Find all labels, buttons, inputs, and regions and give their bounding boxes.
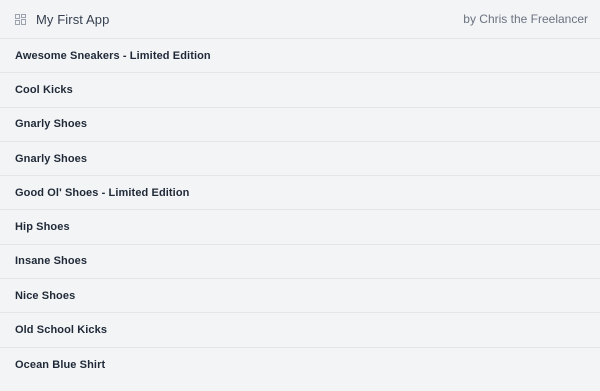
grid-layout-icon	[15, 13, 26, 25]
product-list: Awesome Sneakers - Limited Edition Cool …	[0, 39, 600, 382]
list-item[interactable]: Cool Kicks	[0, 73, 600, 108]
product-name: Ocean Blue Shirt	[15, 358, 106, 371]
list-item[interactable]: Hip Shoes	[0, 210, 600, 245]
list-item[interactable]: Gnarly Shoes	[0, 108, 600, 142]
product-name: Cool Kicks	[15, 83, 73, 96]
product-name: Nice Shoes	[15, 289, 76, 302]
product-name: Awesome Sneakers - Limited Edition	[15, 49, 211, 62]
list-item[interactable]: Ocean Blue Shirt	[0, 348, 600, 382]
author-byline: by Chris the Freelancer	[463, 12, 588, 26]
product-name: Insane Shoes	[15, 255, 88, 268]
app-header: My First App by Chris the Freelancer	[0, 0, 600, 39]
brand: My First App	[15, 12, 109, 27]
list-item[interactable]: Old School Kicks	[0, 313, 600, 348]
list-item[interactable]: Nice Shoes	[0, 279, 600, 314]
app-window: My First App by Chris the Freelancer Awe…	[0, 0, 600, 391]
product-name: Old School Kicks	[15, 324, 108, 337]
product-name: Hip Shoes	[15, 221, 70, 234]
list-item[interactable]: Gnarly Shoes	[0, 142, 600, 177]
list-item[interactable]: Insane Shoes	[0, 245, 600, 280]
product-name: Gnarly Shoes	[15, 152, 88, 165]
product-name: Gnarly Shoes	[15, 118, 88, 131]
product-name: Good Ol' Shoes - Limited Edition	[15, 186, 190, 199]
app-title: My First App	[36, 11, 110, 27]
list-item[interactable]: Good Ol' Shoes - Limited Edition	[0, 176, 600, 211]
list-item[interactable]: Awesome Sneakers - Limited Edition	[0, 39, 600, 74]
